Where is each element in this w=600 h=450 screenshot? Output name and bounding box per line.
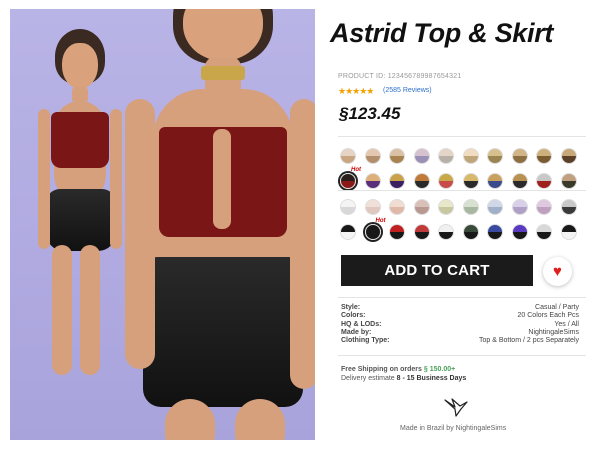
spec-value: NightingaleSims	[528, 328, 579, 336]
divider	[338, 297, 586, 298]
product-id: PRODUCT ID: 123456789987654321	[338, 73, 462, 80]
hot-badge: Hot	[375, 218, 386, 224]
product-photo	[10, 9, 315, 440]
skirt-color-swatches: Hot	[340, 199, 585, 240]
color-swatch[interactable]	[438, 224, 454, 240]
color-swatch[interactable]	[462, 173, 479, 189]
bird-logo-icon	[444, 398, 468, 417]
color-swatch[interactable]	[389, 199, 405, 215]
color-swatch[interactable]	[462, 224, 479, 240]
color-swatch[interactable]	[462, 199, 479, 215]
color-swatch[interactable]	[438, 148, 454, 164]
color-swatch[interactable]	[438, 173, 454, 189]
color-swatch[interactable]	[462, 148, 479, 164]
top-color-swatches: Hot	[340, 148, 585, 189]
heart-icon[interactable]: ♥	[543, 257, 572, 286]
model-full-body	[20, 9, 130, 440]
spec-key: Clothing Type:	[341, 337, 390, 345]
color-swatch[interactable]	[487, 148, 503, 164]
color-swatch[interactable]	[487, 224, 503, 240]
color-swatch[interactable]	[364, 173, 381, 189]
spec-value: Casual / Party	[535, 304, 579, 311]
color-swatch[interactable]	[438, 199, 454, 215]
divider	[338, 136, 586, 137]
color-swatch[interactable]	[364, 148, 381, 164]
color-swatch[interactable]	[536, 148, 552, 164]
color-swatch[interactable]	[364, 199, 381, 215]
color-swatch[interactable]: Hot	[364, 218, 386, 240]
brat-necklace	[201, 66, 245, 80]
spec-key: HQ & LODs:	[341, 320, 382, 328]
delivery-estimate: Delivery estimate 8 - 15 Business Days	[341, 375, 467, 382]
color-swatch[interactable]	[413, 173, 430, 189]
hot-badge: Hot	[351, 167, 361, 173]
spec-value: 20 Colors Each Pcs	[517, 312, 579, 320]
color-swatch[interactable]	[340, 148, 356, 164]
color-swatch[interactable]	[511, 173, 528, 189]
footer-credit: Made in Brazil by NightingaleSims	[400, 425, 507, 432]
color-swatch[interactable]	[389, 148, 405, 164]
reviews-link[interactable]: (2585 Reviews)	[383, 87, 432, 94]
color-swatch[interactable]	[560, 224, 577, 240]
divider	[338, 355, 586, 356]
color-swatch[interactable]	[389, 224, 405, 240]
spec-key: Colors:	[341, 312, 366, 320]
color-swatch[interactable]	[340, 199, 356, 215]
color-swatch[interactable]	[511, 148, 528, 164]
color-swatch[interactable]	[536, 173, 552, 189]
product-price: §123.45	[339, 104, 401, 123]
color-swatch[interactable]	[413, 199, 430, 215]
color-swatch[interactable]	[413, 224, 430, 240]
color-swatch[interactable]	[536, 224, 552, 240]
color-swatch[interactable]: Hot	[340, 167, 361, 189]
color-swatch[interactable]	[389, 173, 405, 189]
model-closeup	[125, 9, 315, 440]
color-swatch[interactable]	[560, 148, 577, 164]
spec-key: Made by:	[341, 328, 372, 336]
color-swatch[interactable]	[511, 199, 528, 215]
color-swatch[interactable]	[536, 199, 552, 215]
rating-stars: ★★★★★	[338, 86, 374, 96]
spec-value: Top & Bottom / 2 pcs Separately	[479, 337, 579, 345]
color-swatch[interactable]	[413, 148, 430, 164]
free-shipping-note: Free Shipping on orders § 150.00+	[341, 366, 456, 373]
color-swatch[interactable]	[511, 224, 528, 240]
divider	[338, 190, 586, 191]
spec-key: Style:	[341, 304, 361, 311]
color-swatch[interactable]	[340, 224, 356, 240]
color-swatch[interactable]	[560, 173, 577, 189]
color-swatch[interactable]	[560, 199, 577, 215]
color-swatch[interactable]	[487, 199, 503, 215]
spec-value: Yes / All	[554, 320, 579, 328]
color-swatch[interactable]	[487, 173, 503, 189]
product-title: Astrid Top & Skirt	[330, 18, 554, 48]
add-to-cart-button[interactable]: ADD TO CART	[341, 255, 533, 286]
